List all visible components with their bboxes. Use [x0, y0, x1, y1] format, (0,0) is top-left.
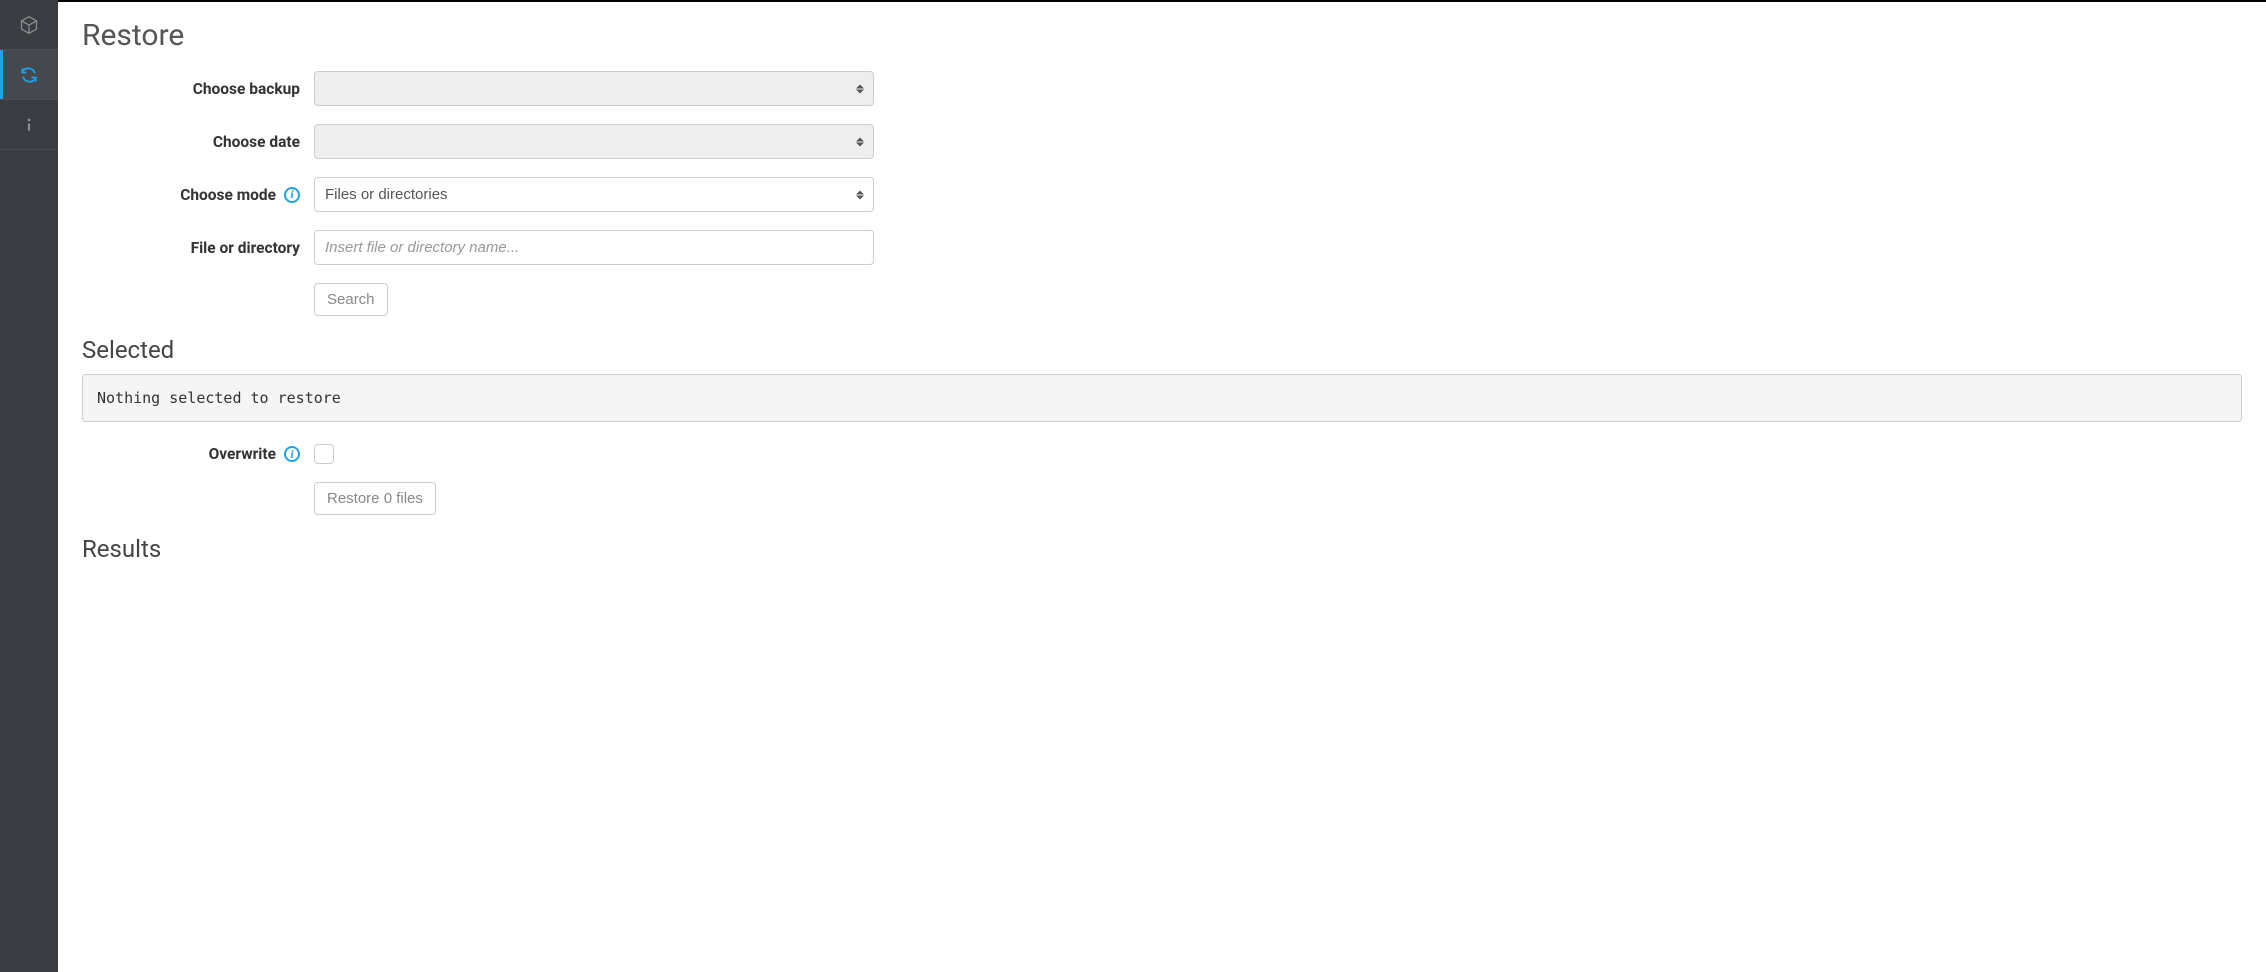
info-icon[interactable]: i [284, 446, 300, 462]
info-icon [19, 115, 39, 135]
choose-mode-select[interactable]: Files or directories [314, 177, 874, 212]
overwrite-checkbox[interactable] [314, 444, 334, 464]
search-button[interactable]: Search [314, 283, 388, 316]
sidebar-item-info[interactable] [0, 100, 58, 150]
choose-backup-select[interactable] [314, 71, 874, 106]
selected-output: Nothing selected to restore [82, 374, 2242, 422]
results-heading: Results [82, 535, 2242, 563]
row-choose-date: Choose date [82, 124, 2242, 159]
label-choose-backup: Choose backup [82, 80, 314, 98]
cube-icon [19, 15, 39, 35]
row-overwrite: Overwrite i [82, 444, 2242, 464]
file-or-directory-input[interactable] [314, 230, 874, 265]
restore-button[interactable]: Restore 0 files [314, 482, 436, 515]
label-overwrite: Overwrite [209, 445, 276, 463]
row-choose-backup: Choose backup [82, 71, 2242, 106]
row-restore: Restore 0 files [82, 482, 2242, 515]
row-file-or-directory: File or directory [82, 230, 2242, 265]
info-icon[interactable]: i [284, 187, 300, 203]
sidebar-item-restore[interactable] [0, 50, 58, 100]
sidebar-item-backup[interactable] [0, 0, 58, 50]
main-content: Restore Choose backup Choose date Choose… [58, 0, 2266, 972]
selected-heading: Selected [82, 336, 2242, 364]
row-choose-mode: Choose mode i Files or directories [82, 177, 2242, 212]
label-file-or-dir: File or directory [82, 239, 314, 257]
label-choose-mode: Choose mode [180, 186, 276, 204]
page-title: Restore [82, 18, 2242, 53]
row-search: Search [82, 283, 2242, 316]
choose-date-select[interactable] [314, 124, 874, 159]
refresh-icon [19, 65, 39, 85]
sidebar [0, 0, 58, 972]
label-choose-date: Choose date [82, 133, 314, 151]
